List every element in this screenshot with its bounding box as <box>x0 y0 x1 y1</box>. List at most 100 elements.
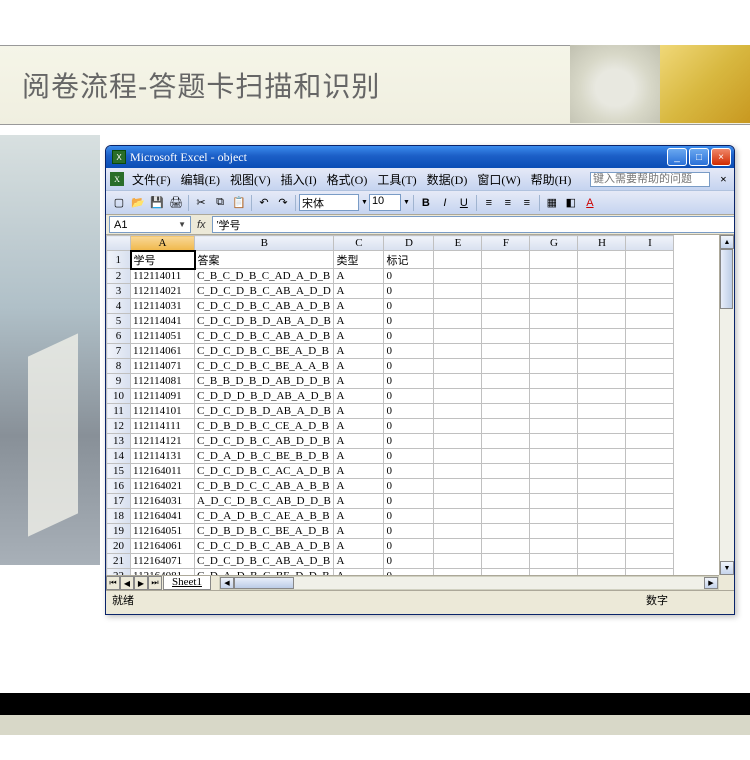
maximize-button[interactable]: □ <box>689 148 709 166</box>
cell[interactable]: 0 <box>384 464 434 479</box>
table-row[interactable]: 2112114011C_B_C_D_B_C_AD_A_D_BA0 <box>107 269 674 284</box>
vertical-scrollbar[interactable]: ▲ ▼ <box>719 235 734 575</box>
cell[interactable] <box>530 524 578 539</box>
row-header[interactable]: 14 <box>107 449 131 464</box>
menu-edit[interactable]: 编辑(E) <box>176 169 225 190</box>
cell[interactable] <box>626 449 674 464</box>
row-header[interactable]: 11 <box>107 404 131 419</box>
row-header[interactable]: 6 <box>107 329 131 344</box>
cell[interactable]: 0 <box>384 329 434 344</box>
cell[interactable]: 112114101 <box>131 404 195 419</box>
cell[interactable]: C_D_C_D_B_D_AB_A_D_B <box>195 404 334 419</box>
cell[interactable] <box>482 494 530 509</box>
cell[interactable] <box>482 359 530 374</box>
cell[interactable]: A <box>334 509 384 524</box>
cell[interactable] <box>434 374 482 389</box>
cell[interactable]: 0 <box>384 269 434 284</box>
undo-icon[interactable]: ↶ <box>255 194 273 212</box>
cell[interactable] <box>434 404 482 419</box>
row-header[interactable]: 13 <box>107 434 131 449</box>
cell[interactable] <box>578 524 626 539</box>
cell[interactable] <box>578 419 626 434</box>
cell[interactable] <box>530 539 578 554</box>
col-header-A[interactable]: A <box>131 236 195 251</box>
menu-tools[interactable]: 工具(T) <box>372 169 421 190</box>
close-button[interactable]: × <box>711 148 731 166</box>
redo-icon[interactable]: ↷ <box>274 194 292 212</box>
cell[interactable]: A <box>334 419 384 434</box>
row-header[interactable]: 12 <box>107 419 131 434</box>
cell[interactable] <box>578 389 626 404</box>
cell[interactable]: 学号 <box>131 251 195 269</box>
scroll-left-icon[interactable]: ◀ <box>220 577 234 589</box>
table-row[interactable]: 18112164041C_D_A_D_B_C_AE_A_B_BA0 <box>107 509 674 524</box>
cell[interactable] <box>530 329 578 344</box>
cell[interactable]: 答案 <box>195 251 334 269</box>
cell[interactable] <box>482 524 530 539</box>
cell[interactable]: A <box>334 479 384 494</box>
row-header[interactable]: 4 <box>107 299 131 314</box>
cell[interactable] <box>530 419 578 434</box>
cell[interactable] <box>482 299 530 314</box>
row-header[interactable]: 2 <box>107 269 131 284</box>
font-name-select[interactable]: 宋体 <box>299 194 359 211</box>
col-header-I[interactable]: I <box>626 236 674 251</box>
row-header[interactable]: 9 <box>107 374 131 389</box>
cell[interactable]: C_D_C_D_B_C_AB_A_D_B <box>195 539 334 554</box>
cell[interactable]: 112164011 <box>131 464 195 479</box>
cell[interactable]: 0 <box>384 494 434 509</box>
cell[interactable] <box>434 251 482 269</box>
table-row[interactable]: 15112164011C_D_C_D_B_C_AC_A_D_BA0 <box>107 464 674 479</box>
cell[interactable] <box>530 404 578 419</box>
cell[interactable]: 112114051 <box>131 329 195 344</box>
save-icon[interactable]: 💾 <box>148 194 166 212</box>
cell[interactable] <box>578 314 626 329</box>
menu-insert[interactable]: 插入(I) <box>276 169 322 190</box>
table-row[interactable]: 4112114031C_D_C_D_B_C_AB_A_D_BA0 <box>107 299 674 314</box>
cell[interactable] <box>482 251 530 269</box>
cell[interactable] <box>578 539 626 554</box>
print-icon[interactable]: 🖨 <box>167 194 185 212</box>
cell[interactable] <box>578 374 626 389</box>
table-row[interactable]: 11112114101C_D_C_D_B_D_AB_A_D_BA0 <box>107 404 674 419</box>
cell[interactable] <box>482 434 530 449</box>
cell[interactable] <box>482 329 530 344</box>
cell[interactable] <box>626 419 674 434</box>
cell[interactable] <box>434 344 482 359</box>
horizontal-scrollbar[interactable]: ◀ ▶ <box>219 576 719 590</box>
cell[interactable]: 112114111 <box>131 419 195 434</box>
cell[interactable] <box>434 464 482 479</box>
grid-scroll[interactable]: A B C D E F G H I 1学号答案类型标记2112114011C_B… <box>106 235 719 575</box>
cell[interactable]: C_D_C_D_B_C_AB_D_D_B <box>195 434 334 449</box>
new-icon[interactable]: ▢ <box>110 194 128 212</box>
cell[interactable] <box>578 329 626 344</box>
cell[interactable] <box>530 464 578 479</box>
table-row[interactable]: 19112164051C_D_B_D_B_C_BE_A_D_BA0 <box>107 524 674 539</box>
cell[interactable] <box>434 539 482 554</box>
cell[interactable] <box>578 404 626 419</box>
cell[interactable] <box>578 269 626 284</box>
table-row[interactable]: 5112114041C_D_C_D_B_D_AB_A_D_BA0 <box>107 314 674 329</box>
cell[interactable]: C_B_B_D_B_D_AB_D_D_B <box>195 374 334 389</box>
cell[interactable] <box>578 344 626 359</box>
formula-input[interactable]: '学号 <box>212 216 734 233</box>
cell[interactable] <box>482 269 530 284</box>
cell[interactable]: 112164021 <box>131 479 195 494</box>
cell[interactable] <box>578 494 626 509</box>
cell[interactable]: A <box>334 329 384 344</box>
cell[interactable] <box>482 374 530 389</box>
table-row[interactable]: 10112114091C_D_D_D_B_D_AB_A_D_BA0 <box>107 389 674 404</box>
cell[interactable]: 112114031 <box>131 299 195 314</box>
cell[interactable] <box>578 464 626 479</box>
cell[interactable] <box>626 359 674 374</box>
row-header[interactable]: 7 <box>107 344 131 359</box>
row-header[interactable]: 21 <box>107 554 131 569</box>
cell[interactable]: C_D_B_D_B_C_CE_A_D_B <box>195 419 334 434</box>
cell[interactable] <box>530 509 578 524</box>
next-sheet-icon[interactable]: ▶ <box>134 576 148 590</box>
cell[interactable]: 112114021 <box>131 284 195 299</box>
cell[interactable] <box>578 479 626 494</box>
cell[interactable] <box>482 389 530 404</box>
table-row[interactable]: 14112114131C_D_A_D_B_C_BE_B_D_BA0 <box>107 449 674 464</box>
cell[interactable]: A <box>334 404 384 419</box>
